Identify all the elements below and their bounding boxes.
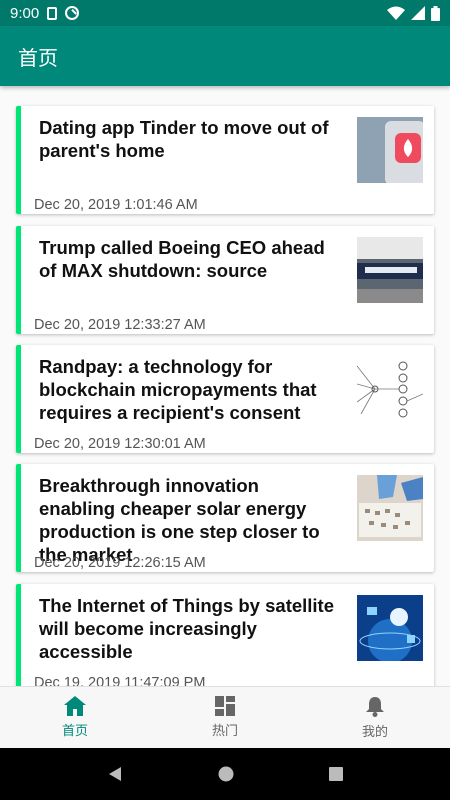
signal-icon [411, 6, 425, 20]
news-thumbnail [357, 356, 423, 422]
news-date: Dec 20, 2019 12:30:01 AM [34, 436, 206, 452]
news-thumbnail [357, 595, 423, 661]
status-time: 9:00 [10, 4, 40, 22]
news-card[interactable]: The Internet of Things by satellite will… [16, 584, 434, 686]
nav-item-label: 热门 [211, 723, 238, 738]
news-feed[interactable]: Dating app Tinder to move out of parent'… [0, 86, 450, 686]
news-date: Dec 20, 2019 12:26:15 AM [34, 555, 206, 571]
battery-icon [431, 5, 440, 21]
nav-item-profile[interactable]: 我的 [300, 687, 450, 748]
nav-item-trending[interactable]: 热门 [150, 687, 300, 748]
lab-gloves-samples [357, 475, 423, 541]
news-date: Dec 19, 2019 11:47:09 PM [34, 675, 206, 686]
app-bar: 首页 [0, 26, 450, 86]
news-title: Breakthrough innovation enabling cheaper… [39, 475, 320, 565]
nav-item-home[interactable]: 首页 [0, 687, 150, 748]
news-date: Dec 20, 2019 1:01:46 AM [34, 197, 198, 213]
back-icon[interactable] [107, 766, 123, 782]
system-navigation-bar [0, 748, 450, 800]
news-card[interactable]: Trump called Boeing CEO ahead of MAX shu… [16, 226, 434, 334]
bottom-navigation: 首页 热门 我的 [0, 686, 450, 748]
home-circle-icon[interactable] [218, 766, 234, 782]
news-thumbnail [357, 475, 423, 541]
network-diagram [357, 356, 423, 422]
recents-icon[interactable] [328, 767, 343, 781]
news-date: Dec 20, 2019 12:33:27 AM [34, 317, 206, 333]
dashboard-icon [215, 696, 235, 716]
nav-item-label: 首页 [61, 723, 88, 738]
news-card[interactable]: Dating app Tinder to move out of parent'… [16, 106, 434, 214]
page-title: 首页 [18, 47, 58, 70]
news-title: Randpay: a technology for blockchain mic… [39, 356, 317, 423]
news-thumbnail [357, 117, 423, 183]
home-icon [64, 696, 86, 716]
sim-card-icon [47, 6, 58, 20]
tinder-phone-icon [357, 117, 423, 183]
bell-icon [366, 696, 384, 717]
iot-globe [357, 595, 423, 661]
news-card[interactable]: Breakthrough innovation enabling cheaper… [16, 464, 434, 572]
news-title: Trump called Boeing CEO ahead of MAX shu… [39, 237, 325, 281]
news-title: Dating app Tinder to move out of parent'… [39, 117, 329, 161]
nav-item-label: 我的 [361, 723, 388, 739]
wifi-icon [387, 6, 405, 20]
status-bar: 9:00 [0, 0, 450, 26]
news-card[interactable]: Randpay: a technology for blockchain mic… [16, 345, 434, 453]
sync-icon [65, 6, 80, 20]
news-thumbnail [357, 237, 423, 303]
boeing-building [357, 237, 423, 303]
news-title: The Internet of Things by satellite will… [39, 595, 335, 662]
